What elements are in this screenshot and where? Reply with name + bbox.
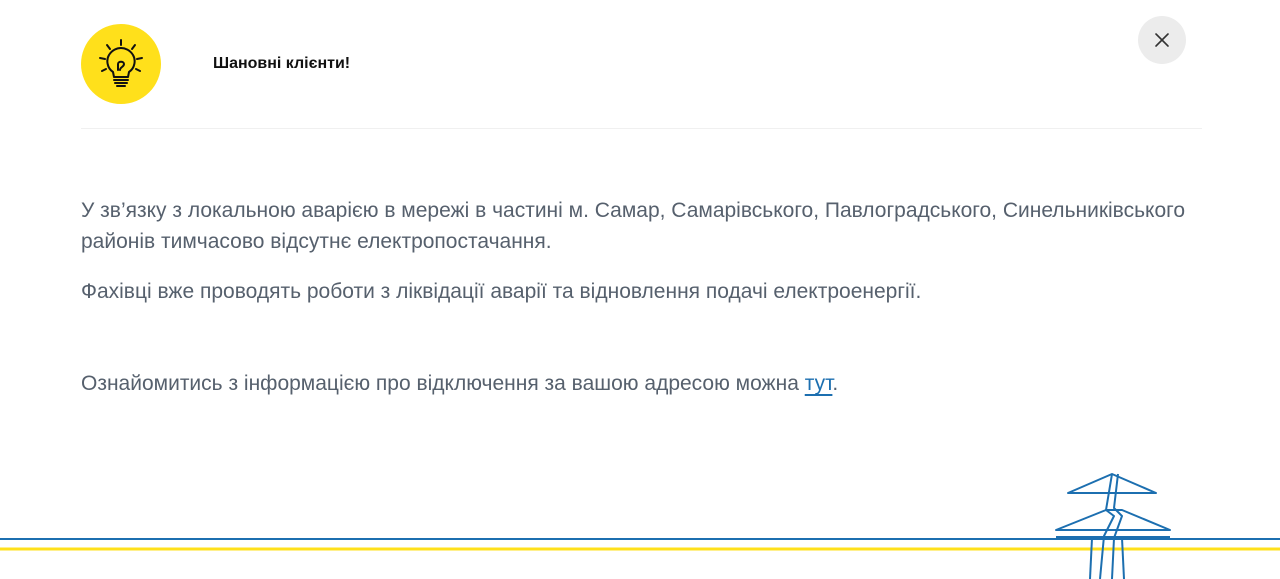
header-divider: [81, 128, 1202, 129]
period-text: .: [832, 372, 839, 395]
lightbulb-icon: [99, 39, 143, 87]
modal-header: Шановні клієнти!: [81, 24, 350, 104]
power-line-tower-icon: [1055, 473, 1171, 579]
message-body: У зв’язку з локальною аварією в мережі в…: [81, 195, 1191, 399]
close-button[interactable]: [1138, 16, 1186, 64]
modal-title: Шановні клієнти!: [213, 55, 351, 72]
lightbulb-badge: [81, 24, 161, 104]
close-icon: [1155, 33, 1169, 47]
footer-decoration: [0, 473, 1280, 579]
message-paragraph: У зв’язку з локальною аварією в мережі в…: [81, 199, 1186, 253]
address-info-paragraph: Ознайомитись з інформацією про відключен…: [81, 368, 1191, 399]
notification-modal: Шановні клієнти! У зв’язку з локальною а…: [0, 0, 1280, 579]
message-paragraph: Фахівці вже проводять роботи з ліквідаці…: [81, 280, 922, 303]
outage-info-link[interactable]: тут: [805, 372, 833, 395]
address-info-text: Ознайомитись з інформацією про відключен…: [81, 372, 805, 395]
